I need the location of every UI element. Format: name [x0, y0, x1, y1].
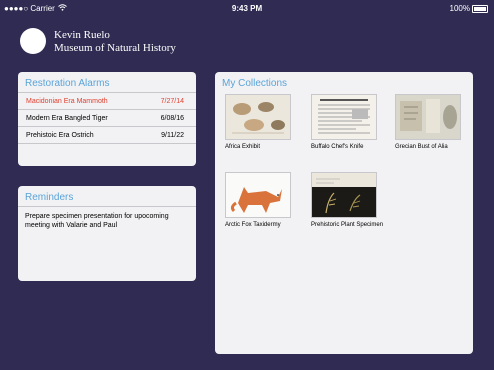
prehistoric-plant-thumbnail	[311, 172, 377, 218]
collection-item-arctic-fox[interactable]: Arctic Fox Taxidermy	[225, 172, 291, 228]
grecian-bust-thumbnail	[395, 94, 461, 140]
alarm-row[interactable]: Modern Era Bangled Tiger 6/08/16	[18, 110, 196, 127]
clock: 9:43 PM	[231, 4, 263, 13]
user-info: Kevin Ruelo Museum of Natural History	[54, 29, 176, 55]
avatar[interactable]	[20, 28, 46, 54]
reminders-panel: Reminders Prepare specimen presentation …	[18, 186, 196, 281]
alarm-row[interactable]: Prehistoic Era Ostrich 9/11/22	[18, 127, 196, 144]
reminder-text[interactable]: Prepare specimen presentation for upocom…	[18, 207, 196, 235]
alarm-name: Modern Era Bangled Tiger	[26, 114, 108, 122]
panel-title: Restoration Alarms	[18, 72, 196, 93]
museum-name: Museum of Natural History	[54, 42, 176, 54]
user-name: Kevin Ruelo	[54, 29, 110, 41]
collection-label: Prehistoric Plant Specimen	[311, 222, 384, 228]
alarm-date: 6/08/16	[160, 114, 184, 122]
collection-item-prehistoric-plant[interactable]: Prehistoric Plant Specimen	[311, 172, 383, 228]
battery-icon	[472, 4, 488, 13]
status-bar: ●●●●○ Carrier 9:43 PM 100%	[0, 0, 494, 18]
panel-title: Reminders	[18, 186, 196, 207]
collection-label: Grecian Bust of Alia	[395, 144, 448, 150]
arctic-fox-thumbnail	[225, 172, 291, 218]
collection-item-africa-exhibit[interactable]: Africa Exhibit	[225, 94, 291, 150]
collection-label: Buffalo Chef's Knife	[311, 144, 364, 150]
alarm-date: 9/11/22	[161, 131, 184, 139]
collection-label: Arctic Fox Taxidermy	[225, 222, 281, 228]
alarm-date: 7/27/14	[160, 97, 184, 105]
collection-item-grecian-bust[interactable]: Grecian Bust of Alia	[395, 94, 461, 150]
alarm-row[interactable]: Macidonian Era Mammoth 7/27/14	[18, 93, 196, 110]
collection-item-buffalo-chefs-knife[interactable]: Buffalo Chef's Knife	[311, 94, 377, 150]
africa-exhibit-thumbnail	[225, 94, 291, 140]
battery-status: 100%	[450, 4, 488, 13]
restoration-alarms-panel: Restoration Alarms Macidonian Era Mammot…	[18, 72, 196, 166]
alarm-name: Prehistoic Era Ostrich	[26, 131, 94, 139]
panel-title: My Collections	[222, 78, 288, 89]
my-collections-panel: My Collections Africa Exhibit Buffalo Ch…	[215, 72, 473, 354]
buffalo-chefs-knife-thumbnail	[311, 94, 377, 140]
collection-label: Africa Exhibit	[225, 144, 261, 150]
alarm-name: Macidonian Era Mammoth	[26, 97, 108, 105]
